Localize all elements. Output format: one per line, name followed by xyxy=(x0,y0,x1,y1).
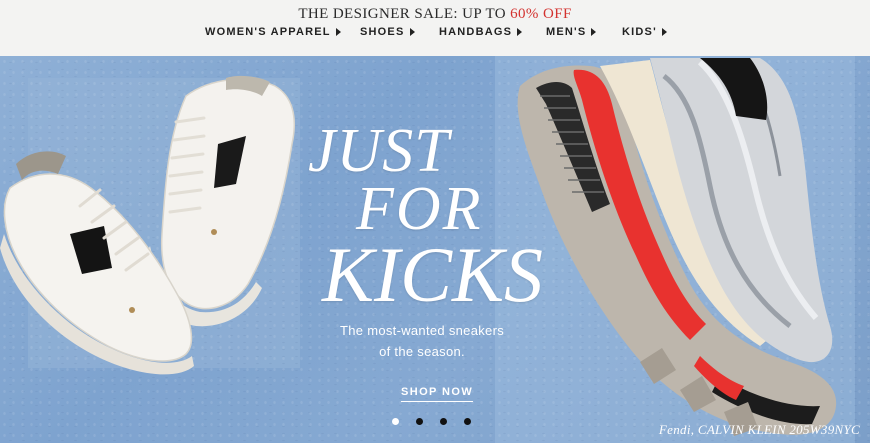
nav-item-shoes[interactable]: SHOES xyxy=(360,26,415,38)
silver-sneaker xyxy=(517,58,837,436)
main-nav: WOMEN'S APPAREL SHOES HANDBAGS MEN'S KID… xyxy=(0,26,870,44)
carousel-dot-3[interactable] xyxy=(440,418,447,425)
caret-right-icon xyxy=(409,28,415,36)
subheading-line-2: of the season. xyxy=(379,344,465,359)
hero-banner[interactable]: JUST FOR KICKS The most-wanted sneakers … xyxy=(0,56,870,443)
carousel-dot-1[interactable] xyxy=(392,418,399,425)
nav-item-label: HANDBAGS xyxy=(439,26,513,38)
hero-subheading: The most-wanted sneakers of the season. xyxy=(322,320,522,362)
headline-line-1: JUST xyxy=(308,117,450,185)
promo-discount: 60% OFF xyxy=(510,6,572,22)
caret-right-icon xyxy=(335,28,341,36)
caret-right-icon xyxy=(591,28,597,36)
caret-right-icon xyxy=(517,28,523,36)
nav-item-label: SHOES xyxy=(360,26,405,38)
carousel-dot-2[interactable] xyxy=(416,418,423,425)
nav-item-kids[interactable]: KIDS' xyxy=(622,26,667,38)
carousel-dots xyxy=(392,418,471,426)
brand-caption: Fendi, CALVIN KLEIN 205W39NYC xyxy=(658,422,860,437)
nav-item-label: WOMEN'S APPAREL xyxy=(205,26,331,38)
headline-line-3: KICKS xyxy=(322,231,544,318)
promo-banner[interactable]: THE DESIGNER SALE: UP TO 60% OFF xyxy=(0,6,870,23)
subheading-line-1: The most-wanted sneakers xyxy=(340,323,504,338)
top-bar: THE DESIGNER SALE: UP TO 60% OFF WOMEN'S… xyxy=(0,0,870,56)
nav-item-handbags[interactable]: HANDBAGS xyxy=(439,26,523,38)
shop-now-link[interactable]: SHOP NOW xyxy=(401,386,474,402)
nav-item-label: MEN'S xyxy=(546,26,587,38)
nav-item-label: KIDS' xyxy=(622,26,657,38)
nav-item-mens[interactable]: MEN'S xyxy=(546,26,597,38)
carousel-dot-4[interactable] xyxy=(464,418,471,425)
caret-right-icon xyxy=(661,28,667,36)
promo-text: THE DESIGNER SALE: UP TO xyxy=(298,6,511,22)
nav-item-womens-apparel[interactable]: WOMEN'S APPAREL xyxy=(205,26,341,38)
